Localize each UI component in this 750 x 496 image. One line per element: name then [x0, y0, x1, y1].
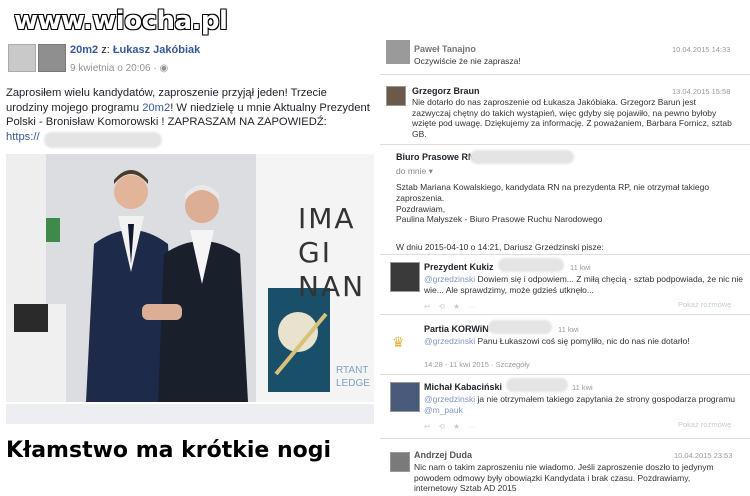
tweet-actions[interactable]: ↩ ⟲ ★ ··· — [424, 302, 476, 311]
author-link[interactable]: Łukasz Jakóbiak — [113, 44, 200, 56]
divider — [380, 254, 750, 255]
avatar — [390, 452, 410, 472]
message-body: ja nie otrzymałem takiego zapytania że s… — [475, 394, 736, 404]
avatar — [386, 86, 406, 106]
mention-link[interactable]: @grzedzinski — [424, 394, 475, 404]
program-hashtag[interactable]: 20m2 — [142, 102, 170, 114]
blurred-handle — [498, 258, 564, 272]
message-text: Sztab Mariana Kowalskiego, kandydata RN … — [396, 182, 710, 203]
image-caption: Kłamstwo ma krótkie nogi — [6, 438, 332, 463]
post-timestamp[interactable]: 9 kwietnia o 20:06 · ◉ — [70, 63, 168, 74]
timestamp-text: 9 kwietnia o 20:06 · — [70, 63, 160, 74]
sender-name: Andrzej Duda — [414, 450, 473, 460]
avatar — [390, 262, 420, 292]
message-text: @grzedzinski Dowiem się i odpowiem... Z … — [424, 274, 744, 295]
message-text: Oczywiście że nie zaprasza! — [414, 56, 521, 66]
post-link[interactable]: https:// — [6, 131, 40, 143]
mention-link[interactable]: @grzedzinski — [424, 274, 475, 284]
message-date: 11 kwi — [570, 263, 591, 272]
message-date: 10.04.2015 23:53 — [674, 451, 733, 460]
tweet-meta[interactable]: 14:28 - 11 kwi 2015 · Szczegóły — [424, 360, 530, 369]
globe-icon: ◉ — [159, 63, 169, 74]
blurred-handle — [506, 378, 568, 392]
quoted-header: W dniu 2015-04-10 o 14:21, Dariusz Grzed… — [396, 242, 604, 252]
avatar — [390, 382, 420, 412]
message-text: @grzedzinski Panu Łukaszowi coś się pomy… — [424, 336, 744, 347]
post-photo[interactable]: IMA GI NAN RTANT LEDGE — [6, 154, 374, 402]
message-text: Nic nam o takim zaproszeniu nie wiadomo.… — [414, 462, 714, 493]
mention-link-2[interactable]: @m_pauk — [424, 405, 463, 415]
mention-link[interactable]: @grzedzinski — [424, 336, 475, 346]
show-conversation-link[interactable]: Pokaż rozmowę — [678, 420, 731, 429]
tweet-actions[interactable]: ↩ ⟲ ★ ··· — [424, 422, 476, 431]
blurred-url — [44, 132, 162, 148]
sender-name: Grzegorz Braun — [412, 86, 480, 96]
message-body: Panu Łukaszowi coś się pomyliło, nic do … — [475, 336, 690, 346]
message-greeting: Pozdrawiam, — [396, 204, 446, 214]
author-avatar[interactable] — [38, 44, 66, 72]
avatar — [386, 40, 410, 64]
message-text: @grzedzinski ja nie otrzymałem takiego z… — [424, 394, 744, 415]
message-date: 13.04.2015 15:58 — [672, 87, 731, 96]
blurred-handle — [488, 320, 552, 334]
recipient-text: do mnie — [396, 166, 427, 176]
sender-name[interactable]: Prezydent Kukiz — [424, 262, 494, 272]
crown-icon: ♛ — [392, 334, 405, 350]
site-watermark: www.wiocha.pl — [14, 6, 228, 36]
recipient-label: do mnie ▾ — [396, 166, 433, 177]
sender-name[interactable]: Partia KORWiN — [424, 324, 489, 334]
page-avatar[interactable] — [8, 44, 36, 72]
divider — [380, 144, 750, 145]
photo-footer-bar — [6, 404, 374, 424]
post-header: 20m2 z: Łukasz Jakóbiak — [70, 44, 200, 56]
photo-sign-text-2: RTANT LEDGE — [336, 365, 370, 389]
blurred-email — [470, 150, 574, 164]
divider — [380, 374, 750, 375]
divider — [380, 438, 750, 439]
divider — [380, 314, 750, 315]
author-separator: z: — [98, 44, 113, 56]
page-name-link[interactable]: 20m2 — [70, 44, 98, 56]
photo-sign-text: IMA GI NAN — [298, 202, 366, 303]
dropdown-icon[interactable]: ▾ — [429, 166, 433, 176]
message-date: 11 kwi — [572, 383, 593, 392]
sender-name[interactable]: Michał Kabaciński — [424, 382, 502, 392]
divider — [380, 74, 750, 75]
message-date: 10.04.2015 14:33 — [672, 45, 731, 54]
sender-name: Biuro Prasowe RN — [396, 152, 475, 162]
show-conversation-link[interactable]: Pokaż rozmowę — [678, 300, 731, 309]
message-date: 11 kwi — [558, 325, 579, 334]
sender-name: Paweł Tanajno — [414, 44, 476, 54]
message-signature: Paulina Małyszek - Biuro Prasowe Ruchu N… — [396, 214, 603, 224]
message-text: Nie dotarło do nas zaproszenie od Łukasz… — [412, 97, 732, 139]
